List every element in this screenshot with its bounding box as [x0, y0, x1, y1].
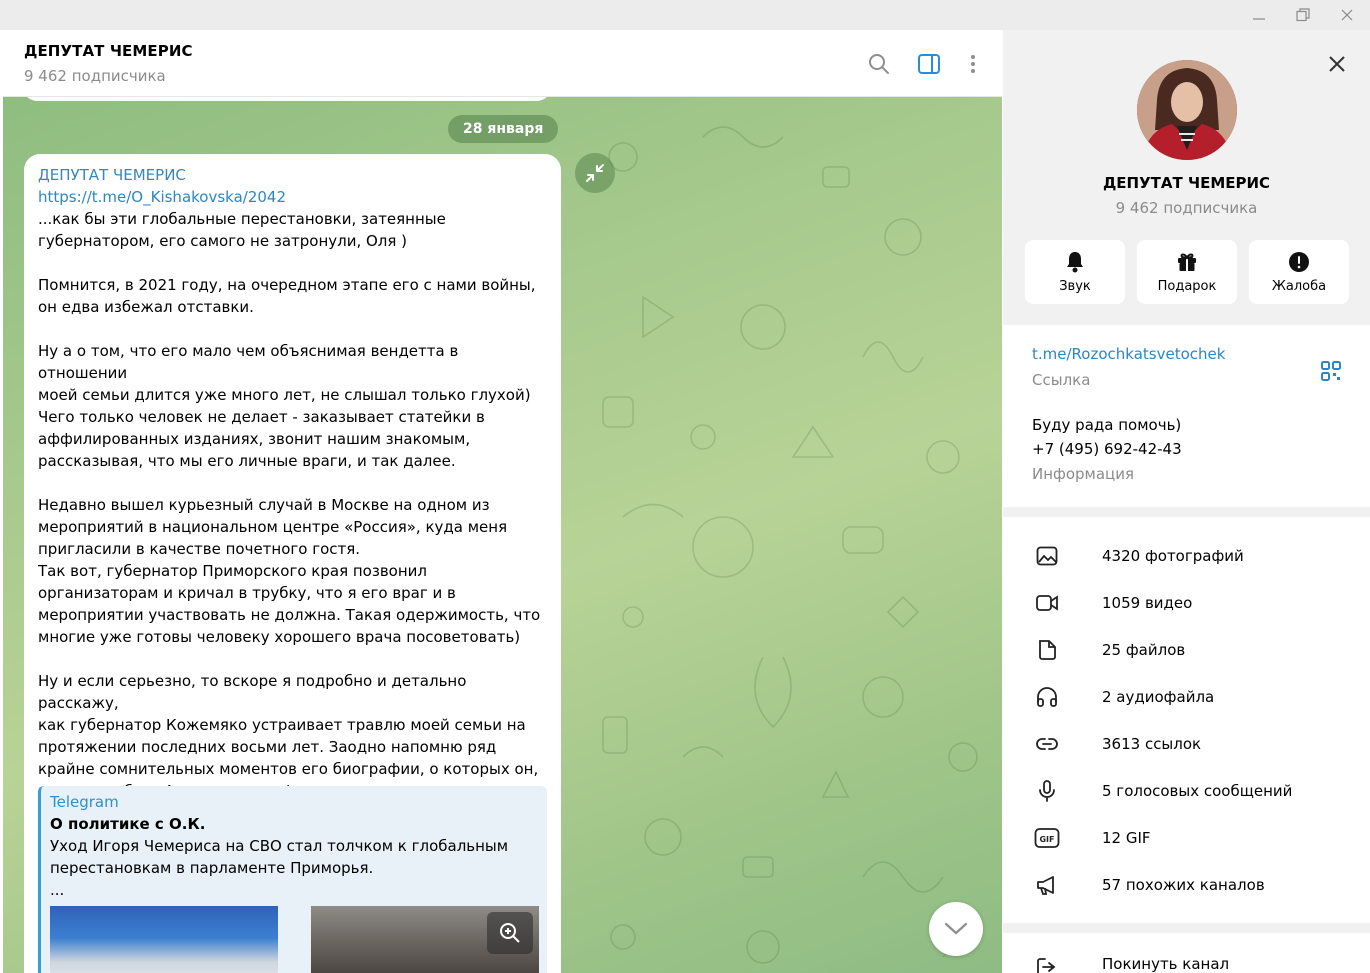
media-row-similar-channels[interactable]: 57 похожих каналов — [1003, 861, 1370, 908]
photo-icon — [1033, 542, 1061, 570]
collapse-arrows-icon — [586, 164, 604, 182]
leave-channel-label: Покинуть канал — [1102, 955, 1230, 973]
scroll-to-bottom-button[interactable] — [929, 902, 983, 956]
svg-text:GIF: GIF — [1039, 835, 1054, 844]
sidebar-panel-icon — [918, 54, 940, 74]
chat-subscriber-count: 9 462 подписчика — [24, 67, 166, 85]
profile-info-section: t.me/Rozochkatsvetochek Ссылка Буду рада… — [1003, 325, 1370, 507]
media-label-voice: 5 голосовых сообщений — [1102, 781, 1293, 800]
more-vertical-icon — [971, 55, 975, 73]
more-menu-button[interactable] — [959, 50, 987, 78]
media-label-similar-channels: 57 похожих каналов — [1102, 875, 1265, 894]
media-row-links[interactable]: 3613 ссылок — [1003, 720, 1370, 767]
media-row-voice[interactable]: 5 голосовых сообщений — [1003, 767, 1370, 814]
report-label: Жалоба — [1271, 279, 1327, 294]
report-icon — [1289, 252, 1309, 272]
preview-image-1[interactable] — [50, 906, 278, 973]
search-icon — [869, 54, 889, 74]
media-label-videos: 1059 видео — [1102, 593, 1193, 612]
media-row-photos[interactable]: 4320 фотографий — [1003, 532, 1370, 579]
search-button[interactable] — [865, 50, 893, 78]
media-row-files[interactable]: 25 файлов — [1003, 626, 1370, 673]
avatar[interactable] — [1137, 60, 1237, 160]
link-icon — [1033, 730, 1061, 758]
minimize-button[interactable] — [1236, 0, 1282, 30]
profile-header: ДЕПУТАТ ЧЕМЕРИС 9 462 подписчика Звук По… — [1003, 30, 1370, 325]
chat-title[interactable]: ДЕПУТАТ ЧЕМЕРИС — [24, 42, 193, 60]
profile-panel: ДЕПУТАТ ЧЕМЕРИС 9 462 подписчика Звук По… — [1003, 30, 1370, 973]
preview-title: О политике с О.К. — [50, 815, 206, 833]
window-titlebar — [0, 0, 1370, 30]
collapse-button[interactable] — [575, 153, 615, 193]
zoom-button[interactable] — [487, 912, 533, 954]
file-icon — [1033, 636, 1061, 664]
minimize-icon — [1253, 18, 1265, 20]
qr-code-icon — [1321, 361, 1341, 381]
profile-subscriber-count: 9 462 подписчика — [1115, 199, 1258, 217]
restore-icon — [1296, 8, 1310, 22]
close-icon — [1329, 56, 1345, 72]
gif-icon: GIF — [1033, 824, 1061, 852]
headphones-icon — [1033, 683, 1061, 711]
media-label-files: 25 файлов — [1102, 640, 1186, 659]
sound-button[interactable]: Звук — [1025, 240, 1125, 304]
chevron-down-icon — [944, 922, 968, 935]
media-label-photos: 4320 фотографий — [1102, 546, 1244, 565]
channel-description-label: Информация — [1032, 465, 1135, 483]
zoom-in-icon — [500, 923, 520, 943]
channel-link-label: Ссылка — [1032, 371, 1091, 389]
link-preview[interactable]: Telegram О политике с О.К. Уход Игоря Че… — [38, 786, 547, 973]
restore-button[interactable] — [1280, 0, 1326, 30]
message-link[interactable]: https://t.me/O_Kishakovska/2042 — [38, 186, 547, 208]
shared-media-list: 4320 фотографий 1059 видео 25 файлов 2 а… — [1003, 517, 1370, 923]
video-icon — [1033, 589, 1061, 617]
preview-site-name: Telegram — [50, 793, 119, 811]
date-separator[interactable]: 28 января — [448, 115, 559, 143]
report-button[interactable]: Жалоба — [1249, 240, 1349, 304]
media-label-links: 3613 ссылок — [1102, 734, 1202, 753]
close-panel-button[interactable] — [1321, 48, 1353, 80]
microphone-icon — [1033, 777, 1061, 805]
qr-code-button[interactable] — [1319, 359, 1343, 383]
media-row-gif[interactable]: GIF 12 GIF — [1003, 814, 1370, 861]
leave-icon — [1033, 953, 1061, 973]
previous-message-edge — [23, 97, 551, 101]
sound-label: Звук — [1059, 279, 1091, 294]
gift-label: Подарок — [1157, 279, 1217, 294]
channel-link[interactable]: t.me/Rozochkatsvetochek — [1032, 345, 1225, 363]
leave-channel-row[interactable]: Покинуть канал — [1003, 933, 1370, 973]
chat-header[interactable]: ДЕПУТАТ ЧЕМЕРИС 9 462 подписчика — [3, 30, 1002, 97]
chat-messages-area[interactable]: 28 января ДЕПУТАТ ЧЕМЕРИС https://t.me/O… — [3, 97, 1002, 973]
message-bubble[interactable]: ДЕПУТАТ ЧЕМЕРИС https://t.me/O_Kishakovs… — [24, 154, 561, 973]
media-label-gif: 12 GIF — [1102, 828, 1151, 847]
channel-description: Буду рада помочь) +7 (495) 692-42-43 — [1032, 416, 1182, 458]
gift-icon — [1178, 253, 1196, 271]
media-label-audio: 2 аудиофайла — [1102, 687, 1215, 706]
gift-button[interactable]: Подарок — [1137, 240, 1237, 304]
window-close-icon — [1341, 9, 1353, 21]
avatar-portrait — [1137, 60, 1237, 160]
media-row-audio[interactable]: 2 аудиофайла — [1003, 673, 1370, 720]
profile-name: ДЕПУТАТ ЧЕМЕРИС — [1102, 174, 1271, 192]
sidebar-toggle-button[interactable] — [915, 50, 943, 78]
media-row-videos[interactable]: 1059 видео — [1003, 579, 1370, 626]
message-text: ...как бы эти глобальные перестановки, з… — [38, 210, 541, 822]
preview-description: Уход Игоря Чемериса на СВО стал толчком … — [50, 837, 509, 899]
bell-icon — [1067, 252, 1083, 273]
window-close-button[interactable] — [1324, 0, 1370, 30]
message-author[interactable]: ДЕПУТАТ ЧЕМЕРИС — [38, 164, 547, 186]
megaphone-icon — [1033, 871, 1061, 899]
